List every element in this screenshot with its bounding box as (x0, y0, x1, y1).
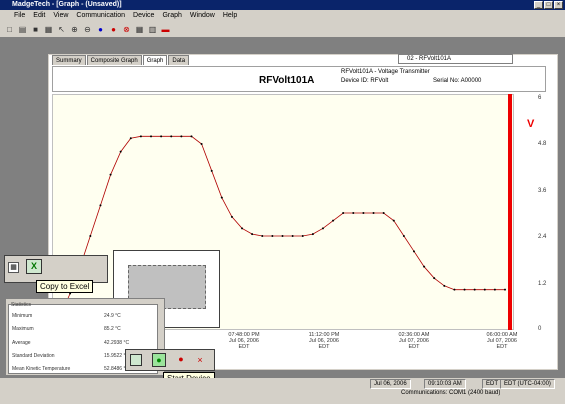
status-timezone: EDT (482, 379, 502, 389)
table-icon[interactable]: ▥ (147, 24, 158, 35)
stat-label: Minimum (12, 313, 33, 319)
excel-icon[interactable]: X (26, 259, 42, 274)
menu-help[interactable]: Help (223, 10, 237, 21)
window-title: MadgeTech - [Graph - (Unsaved)] (12, 1, 122, 8)
window-controls: _ □ × (534, 1, 563, 9)
device-id: Device ID: RFVolt (341, 78, 389, 84)
device-title: RFVolt101A (259, 75, 315, 86)
y-tick: 3.6 (538, 188, 547, 194)
flag-icon[interactable]: ▬ (160, 24, 171, 35)
tab-summary[interactable]: Summary (52, 55, 86, 65)
y-tick: 2.4 (538, 234, 547, 240)
status-time: 09:10:03 AM (424, 379, 466, 389)
tab-bar: Summary Composite Graph Graph Data (52, 55, 190, 65)
menu-bar: File Edit View Communication Device Grap… (0, 10, 565, 21)
new-icon[interactable]: □ (4, 24, 15, 35)
zoom-icon[interactable]: ⊕ (69, 24, 80, 35)
stop-device-icon[interactable]: ● (174, 353, 188, 367)
stat-label: Average (12, 340, 31, 346)
status-date: Jul 06, 2006 (370, 379, 411, 389)
stat-label: Mean Kinetic Temperature (12, 366, 71, 372)
channel-select[interactable]: 02 - RFVolt101A (398, 54, 513, 64)
y-tick: 0 (538, 326, 542, 332)
stat-label: Maximum (12, 326, 34, 332)
tab-data[interactable]: Data (168, 55, 190, 65)
copy-to-excel-tooltip: Copy to Excel (36, 280, 94, 293)
menu-window[interactable]: Window (190, 10, 215, 21)
stat-value: 85.2 °C (104, 326, 121, 332)
tab-graph[interactable]: Graph (142, 55, 168, 65)
y-tick: 6 (538, 95, 542, 101)
pointer-icon[interactable]: ↖ (56, 24, 67, 35)
tab-composite-graph[interactable]: Composite Graph (86, 55, 142, 65)
table-icon[interactable]: ▦ (8, 262, 19, 273)
menu-device[interactable]: Device (133, 10, 154, 21)
close-button[interactable]: × (554, 1, 563, 9)
cancel-icon[interactable]: × (194, 354, 206, 366)
menu-file[interactable]: File (14, 10, 25, 21)
toolbar: □ ▤ ■ ▦ ↖ ⊕ ⊖ ● ● ⊗ ▦ ▥ ▬ (0, 21, 565, 38)
title-bar: MadgeTech - [Graph - (Unsaved)] (0, 0, 565, 10)
print-icon[interactable]: ▦ (43, 24, 54, 35)
y-tick: 4.8 (538, 141, 547, 147)
stat-label: Standard Deviation (12, 353, 55, 359)
device-description: RFVolt101A - Voltage Transmitter (341, 69, 430, 75)
x-tick-tz: EDT (496, 344, 508, 350)
limit-bar (508, 94, 512, 330)
y-tick: 1.2 (538, 281, 547, 287)
x-tick: 11:12:00 PM Jul 06, 2006 EDT (294, 332, 354, 350)
excel-toolbar-popup: ▦ X (4, 255, 108, 283)
minimize-button[interactable]: _ (534, 1, 543, 9)
save-icon[interactable]: ■ (30, 24, 41, 35)
help-icon[interactable]: ● (95, 24, 106, 35)
zoom-out-icon[interactable]: ⊖ (82, 24, 93, 35)
maximize-button[interactable]: □ (544, 1, 553, 9)
x-tick-tz: EDT (318, 344, 330, 350)
stat-value: 42.2938 °C (104, 340, 130, 346)
menu-view[interactable]: View (53, 10, 68, 21)
menu-edit[interactable]: Edit (33, 10, 45, 21)
x-tick: 07:48:00 PM Jul 06, 2006 EDT (214, 332, 274, 350)
grid-icon[interactable]: ▦ (134, 24, 145, 35)
menu-graph[interactable]: Graph (162, 10, 181, 21)
serial-number: Serial No: A00000 (433, 78, 482, 84)
device-icon[interactable] (130, 354, 142, 366)
start-device-icon[interactable]: ● (152, 353, 166, 367)
graph-header: RFVolt101A RFVolt101A - Voltage Transmit… (52, 66, 546, 92)
stat-value: 24.9 °C (104, 313, 121, 319)
status-utc: EDT (UTC-04:00) (500, 379, 555, 389)
record-icon[interactable]: ● (108, 24, 119, 35)
device-toolbar-popup: ● ● × (125, 349, 215, 371)
x-tick-tz: EDT (408, 344, 420, 350)
menu-communication[interactable]: Communication (76, 10, 125, 21)
x-tick: 02:36:00 AM Jul 07, 2006 EDT (384, 332, 444, 350)
unit-label: V (527, 118, 535, 130)
x-tick: 06:00:00 AM Jul 07, 2006 EDT (472, 332, 532, 350)
statistics-title: Statistics (11, 302, 32, 308)
x-tick-tz: EDT (238, 344, 250, 350)
stop-icon[interactable]: ⊗ (121, 24, 132, 35)
status-communications: Communications: COM1 (2400 baud) (401, 390, 501, 396)
open-icon[interactable]: ▤ (17, 24, 28, 35)
